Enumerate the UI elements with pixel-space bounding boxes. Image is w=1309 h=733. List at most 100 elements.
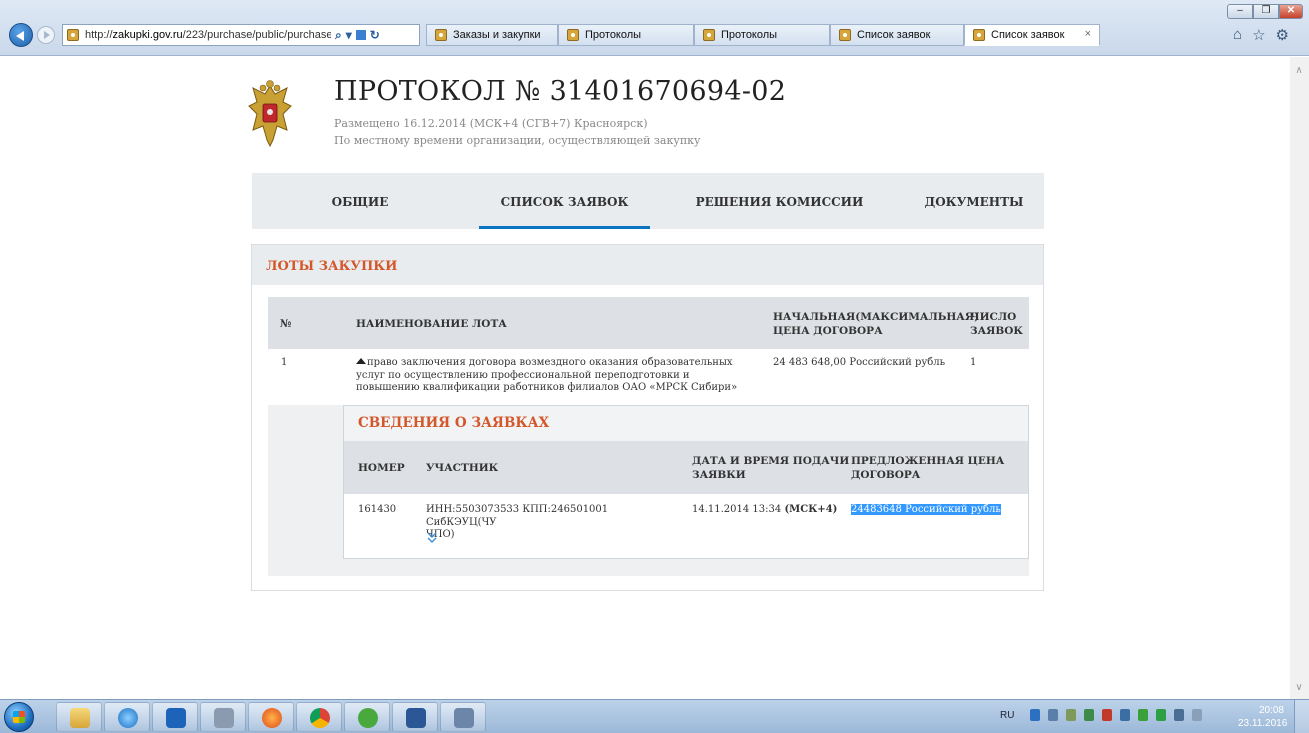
browser-tab-active[interactable]: Список заявок × xyxy=(964,24,1100,46)
back-button[interactable] xyxy=(9,23,33,47)
column-header-start-price-line-2: ЦЕНА ДОГОВОРА xyxy=(773,325,883,337)
chrome-icon xyxy=(310,708,330,728)
tab-label: Протоколы xyxy=(721,29,778,41)
tray-network-icon[interactable] xyxy=(1138,709,1148,721)
browser-tab[interactable]: Список заявок xyxy=(830,24,964,46)
application-offered-price: 24483648 Российский рубль xyxy=(851,504,1001,517)
lots-panel-header: ЛОТЫ ЗАКУПКИ xyxy=(252,245,1043,285)
utorrent-icon xyxy=(358,708,378,728)
tab-favicon-icon xyxy=(703,29,715,41)
compat-view-icon[interactable] xyxy=(355,30,366,40)
clock-time: 20:08 xyxy=(1258,705,1284,716)
application-submission-date: 14.11.2014 13:34 (МСК+4) xyxy=(692,504,837,517)
favorites-icon[interactable]: ☆ xyxy=(1252,26,1265,44)
applications-panel-title: СВЕДЕНИЯ О ЗАЯВКАХ xyxy=(358,415,550,431)
settings-gear-icon[interactable]: ⚙ xyxy=(1276,26,1289,44)
tab-commission-decisions[interactable]: РЕШЕНИЯ КОМИССИИ xyxy=(692,173,867,229)
applications-panel: СВЕДЕНИЯ О ЗАЯВКАХ НОМЕР УЧАСТНИК ДАТА И… xyxy=(343,405,1029,559)
computer-app-icon xyxy=(454,708,474,728)
word-icon xyxy=(406,708,426,728)
lots-table: № НАИМЕНОВАНИЕ ЛОТА НАЧАЛЬНАЯ(МАКСИМАЛЬН… xyxy=(268,297,1029,576)
tray-flag-icon[interactable] xyxy=(1120,709,1130,721)
tray-app-icon[interactable] xyxy=(1156,709,1166,721)
tray-app-icon[interactable] xyxy=(1030,709,1040,721)
browser-toolbar: http://zakupki.gov.ru/223/purchase/publi… xyxy=(0,0,1309,56)
tab-favicon-icon xyxy=(435,29,447,41)
column-header-start-price: НАЧАЛЬНАЯ(МАКСИМАЛЬНАЯ) ЦЕНА ДОГОВОРА xyxy=(773,310,979,338)
forward-button[interactable] xyxy=(37,26,55,44)
column-header-app-count: ЧИСЛО ЗАЯВОК xyxy=(970,310,1023,338)
tab-favicon-icon xyxy=(839,29,851,41)
start-button[interactable] xyxy=(4,702,34,732)
show-desktop-button[interactable] xyxy=(1294,700,1309,733)
minimize-button[interactable]: – xyxy=(1227,4,1253,19)
tab-documents[interactable]: ДОКУМЕНТЫ xyxy=(920,173,1028,229)
column-header-offered-price-line-1: ПРЕДЛОЖЕННАЯ ЦЕНА xyxy=(851,455,1005,467)
lot-name-line-2: услуг по осуществлению профессиональной … xyxy=(356,369,690,381)
coat-of-arms-emblem xyxy=(248,80,292,148)
collapse-caret-icon[interactable] xyxy=(356,358,366,364)
offered-price-selected-text[interactable]: 24483648 Российский рубль xyxy=(851,504,1001,515)
tray-volume-icon[interactable] xyxy=(1174,709,1184,721)
scroll-up-icon[interactable]: ∧ xyxy=(1293,65,1305,76)
refresh-icon[interactable]: ↻ xyxy=(370,28,380,42)
taskbar-firefox-button[interactable] xyxy=(248,702,294,732)
close-window-button[interactable]: ✕ xyxy=(1279,4,1303,19)
calculator-icon xyxy=(214,708,234,728)
lot-name[interactable]: право заключения договора возмездного ок… xyxy=(356,357,756,395)
lot-name-line-3: повышению квалификации работников филиал… xyxy=(356,382,738,393)
taskbar-clock[interactable]: 20:08 23.11.2016 xyxy=(1238,704,1287,730)
page-scrollbar[interactable]: ∧ ∨ xyxy=(1290,57,1309,699)
column-header-app-count-line-2: ЗАЯВОК xyxy=(970,325,1023,337)
lot-number: 1 xyxy=(281,357,288,368)
posted-timezone-note: По местному времени организации, осущест… xyxy=(334,134,701,147)
search-icon[interactable]: ⌕ xyxy=(335,28,342,43)
table-row[interactable]: 161430 ИНН:5503073533 КПП:246501001 СибК… xyxy=(344,494,1028,558)
outlook-icon xyxy=(166,708,186,728)
address-dropdown-icon[interactable]: ▾ xyxy=(346,28,352,42)
posted-date: Размещено 16.12.2014 (МСК+4 (СГВ+7) Крас… xyxy=(334,117,648,130)
participant-line-1: ИНН:5503073533 КПП:246501001 СибКЭУЦ(ЧУ xyxy=(426,504,609,528)
address-bar[interactable]: http://zakupki.gov.ru/223/purchase/publi… xyxy=(62,24,420,46)
tray-signal-icon[interactable] xyxy=(1066,709,1076,721)
language-indicator[interactable]: RU xyxy=(1000,710,1014,721)
tab-favicon-icon xyxy=(973,29,985,41)
home-icon[interactable]: ⌂ xyxy=(1233,26,1242,44)
taskbar-chrome-button[interactable] xyxy=(296,702,342,732)
address-url[interactable]: http://zakupki.gov.ru/223/purchase/publi… xyxy=(85,29,331,41)
taskbar-word-button[interactable] xyxy=(392,702,438,732)
tab-applications-list[interactable]: СПИСОК ЗАЯВОК xyxy=(479,173,650,229)
firefox-icon xyxy=(262,708,282,728)
tray-app-icon[interactable] xyxy=(1048,709,1058,721)
column-header-app-number: НОМЕР xyxy=(358,462,405,474)
scroll-down-icon[interactable]: ∨ xyxy=(1293,682,1305,693)
applications-table-header: НОМЕР УЧАСТНИК ДАТА И ВРЕМЯ ПОДАЧИ ЗАЯВК… xyxy=(344,441,1028,494)
tab-general-info[interactable]: ОБЩИЕ СВЕДЕНИЯ xyxy=(290,173,430,267)
column-header-submission-date-line-2: ЗАЯВКИ xyxy=(692,469,746,481)
lots-panel: ЛОТЫ ЗАКУПКИ № НАИМЕНОВАНИЕ ЛОТА НАЧАЛЬН… xyxy=(251,244,1044,591)
browser-tab[interactable]: Протоколы xyxy=(694,24,830,46)
maximize-button[interactable]: ❐ xyxy=(1253,4,1279,19)
tab-close-icon[interactable]: × xyxy=(1085,28,1091,40)
taskbar-calculator-button[interactable] xyxy=(200,702,246,732)
table-row[interactable]: 1 право заключения договора возмездного … xyxy=(268,349,1029,405)
taskbar-ie-button[interactable] xyxy=(104,702,150,732)
tray-app-icon[interactable] xyxy=(1084,709,1094,721)
page-title: ПРОТОКОЛ № 31401670694-02 xyxy=(334,76,787,107)
tray-app-icon[interactable] xyxy=(1192,709,1202,721)
tab-label: Список заявок xyxy=(991,29,1065,41)
browser-tools: ⌂ ☆ ⚙ xyxy=(1233,26,1289,44)
expand-chevron-down-icon[interactable] xyxy=(427,532,437,544)
column-header-start-price-line-1: НАЧАЛЬНАЯ(МАКСИМАЛЬНАЯ) xyxy=(773,311,980,323)
taskbar-outlook-button[interactable] xyxy=(152,702,198,732)
submission-datetime: 14.11.2014 13:34 xyxy=(692,504,782,515)
system-tray xyxy=(1030,709,1202,721)
browser-tab[interactable]: Заказы и закупки xyxy=(426,24,558,46)
taskbar-utorrent-button[interactable] xyxy=(344,702,390,732)
tray-app-icon[interactable] xyxy=(1102,709,1112,721)
taskbar-app-button[interactable] xyxy=(440,702,486,732)
browser-tab[interactable]: Протоколы xyxy=(558,24,694,46)
taskbar-explorer-button[interactable] xyxy=(56,702,102,732)
tab-label: Список заявок xyxy=(857,29,931,41)
lot-app-count: 1 xyxy=(970,357,977,368)
